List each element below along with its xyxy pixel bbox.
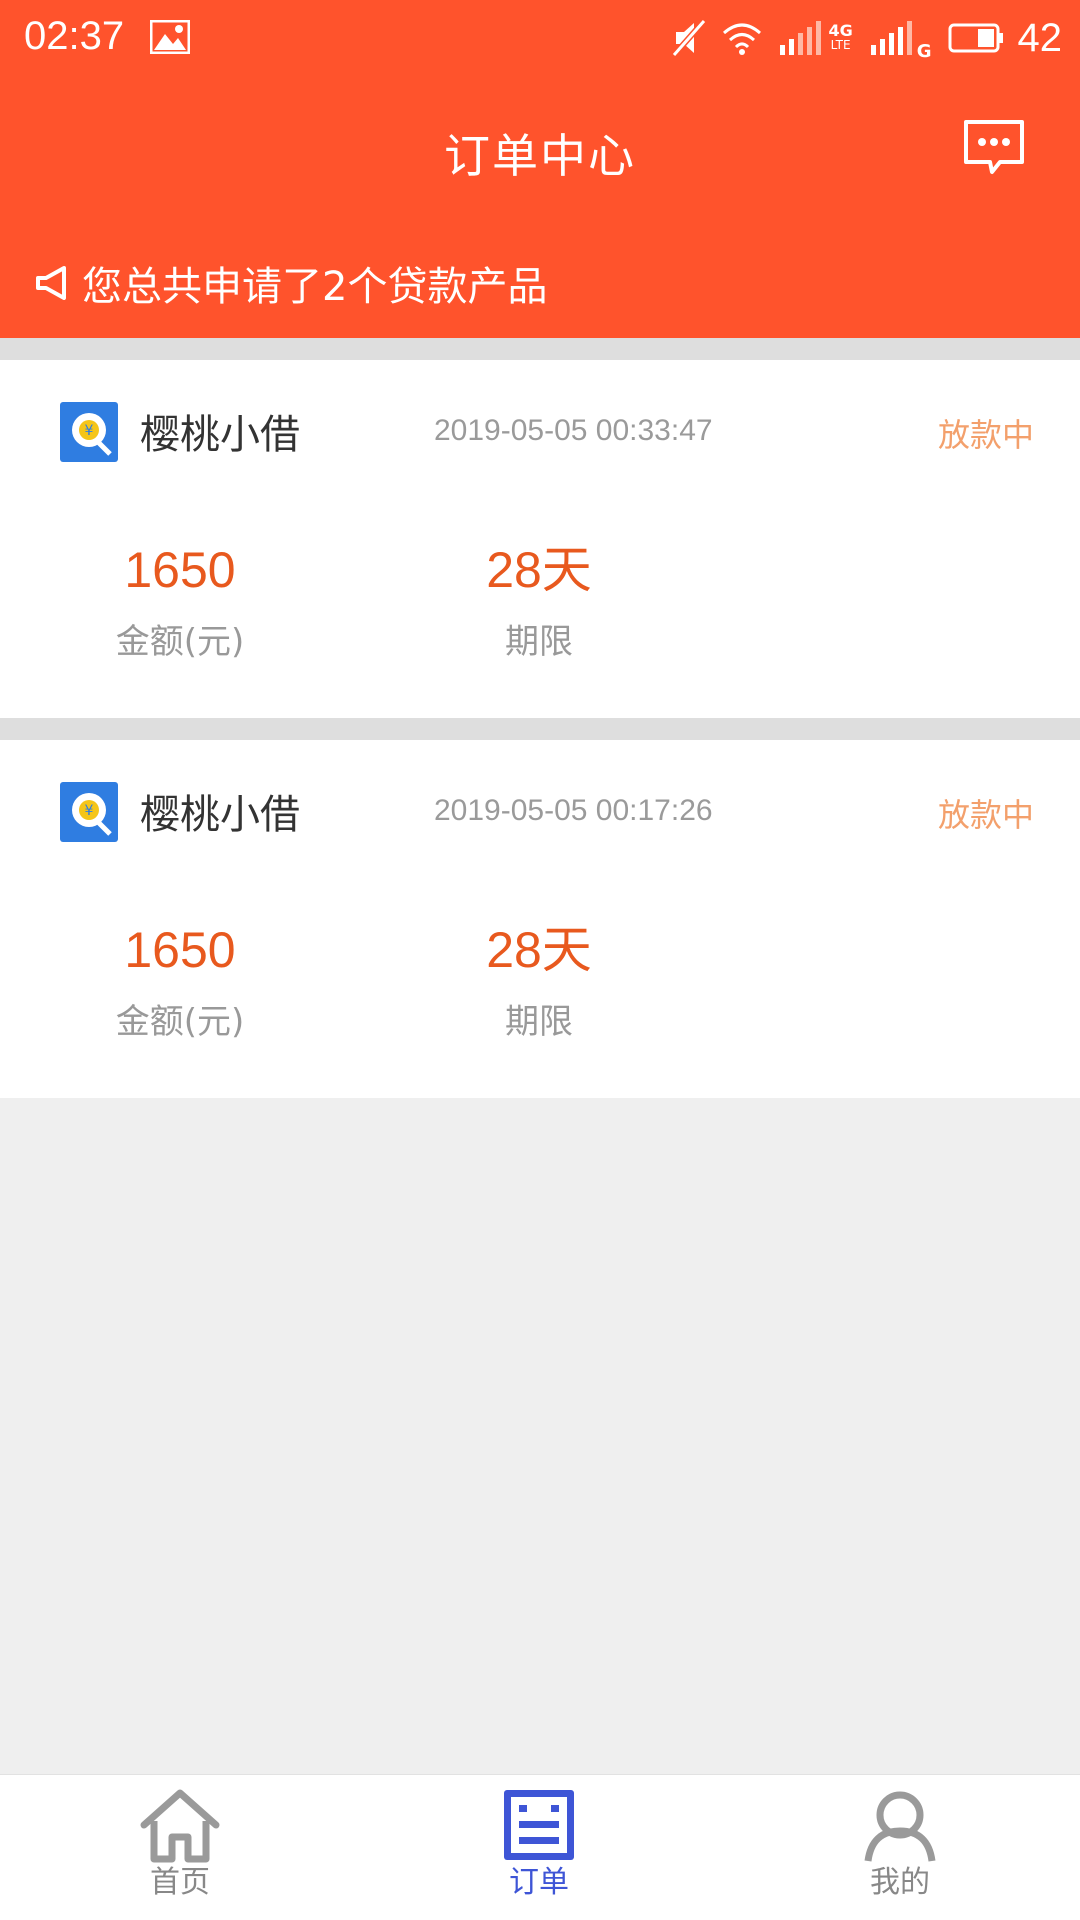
amount-value: 1650 <box>124 542 236 598</box>
battery-icon <box>948 23 1003 53</box>
divider <box>0 718 1080 740</box>
image-notification-icon <box>150 20 190 54</box>
status-icons: 4G LTE G 42 <box>656 14 1062 62</box>
order-card[interactable]: ¥ 樱桃小借 2019-05-05 00:33:47 放款中 1650 金额(元… <box>0 360 1080 718</box>
divider <box>0 338 1080 360</box>
tab-mine[interactable]: 我的 <box>800 1787 1000 1917</box>
svg-text:¥: ¥ <box>85 803 94 819</box>
order-status: 放款中 <box>937 796 1034 834</box>
signal-icon-2 <box>870 21 912 55</box>
tab-label: 订单 <box>509 1865 569 1900</box>
mute-icon <box>672 19 707 57</box>
order-card[interactable]: ¥ 樱桃小借 2019-05-05 00:17:26 放款中 1650 金额(元… <box>0 740 1080 1098</box>
term-value: 28天 <box>486 542 592 598</box>
notice-text: 您总共申请了2个贷款产品 <box>82 264 548 310</box>
term-value: 28天 <box>486 922 592 978</box>
cherry-loan-logo-icon: ¥ <box>60 402 118 462</box>
wifi-icon <box>723 23 762 55</box>
amount-block: 1650 金额(元) <box>70 540 290 663</box>
message-button[interactable] <box>962 118 1026 178</box>
svg-text:¥: ¥ <box>85 423 94 439</box>
page-title: 订单中心 <box>444 129 636 183</box>
notice-bar: 您总共申请了2个贷款产品 <box>34 254 547 312</box>
order-time: 2019-05-05 00:33:47 <box>434 414 713 447</box>
status-time: 02:37 <box>24 14 125 58</box>
amount-value: 1650 <box>124 922 236 978</box>
status-bar: 02:37 4G LTE G 42 <box>0 0 1080 76</box>
order-time: 2019-05-05 00:17:26 <box>434 794 713 827</box>
battery-level: 42 <box>1017 15 1063 60</box>
product-name: 樱桃小借 <box>140 792 300 838</box>
header: 02:37 4G LTE G 42 订单中心 您总共申请了2个贷款产品 <box>0 0 1080 338</box>
network-4g-label: 4G LTE <box>828 21 853 53</box>
term-block: 28天 期限 <box>429 920 649 1043</box>
term-label: 期限 <box>505 622 573 662</box>
home-icon <box>140 1789 220 1863</box>
amount-block: 1650 金额(元) <box>70 920 290 1043</box>
order-icon <box>504 1790 574 1860</box>
term-block: 28天 期限 <box>429 540 649 663</box>
user-icon <box>864 1791 936 1862</box>
network-g-label: G <box>916 41 932 62</box>
signal-icon <box>780 21 822 55</box>
amount-label: 金额(元) <box>115 622 245 662</box>
tab-home[interactable]: 首页 <box>80 1787 280 1917</box>
megaphone-icon <box>36 266 66 300</box>
cherry-loan-logo-icon: ¥ <box>60 782 118 842</box>
tab-orders[interactable]: 订单 <box>439 1787 639 1917</box>
product-name: 樱桃小借 <box>140 412 300 458</box>
order-status: 放款中 <box>937 416 1034 454</box>
bottom-tab-bar: 首页 订单 我的 <box>0 1774 1080 1920</box>
term-label: 期限 <box>505 1002 573 1042</box>
tab-label: 首页 <box>150 1865 210 1900</box>
amount-label: 金额(元) <box>115 1002 245 1042</box>
tab-label: 我的 <box>870 1865 930 1900</box>
